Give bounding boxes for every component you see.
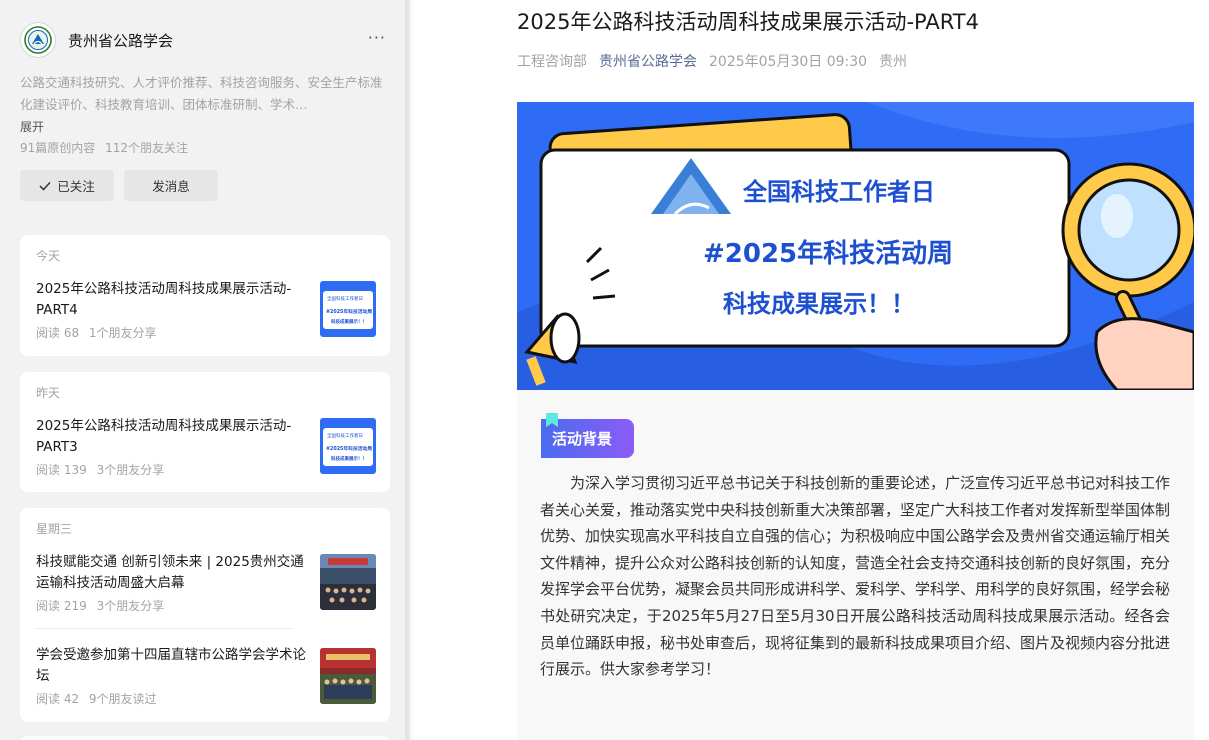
followed-label: 已关注 [57,179,95,194]
thumb-line1: 全国科技工作者日 [327,295,363,302]
article-meta: 工程咨询部 贵州省公路学会 2025年05月30日 09:30 贵州 [517,51,907,71]
friend-read-count: 9个朋友读过 [88,692,157,706]
read-count: 阅读 42 [36,692,80,706]
thumb-line3: 科技成果展示！！ [331,455,367,462]
account-panel: 贵州省公路学会 ··· 公路交通科技研究、人才评价推荐、科技咨询服务、安全生产标… [0,0,410,740]
article-thumbnail[interactable]: 全国科技工作者日 #2025年科技活动周 科技成果展示！！ [320,281,376,337]
panel-divider-shadow [405,0,415,740]
send-message-button[interactable]: 发消息 [124,170,218,201]
article-link[interactable]: 2025年公路科技活动周科技成果展示活动-PART3 [36,416,306,458]
account-description: 公路交通科技研究、人才评价推荐、科技咨询服务、安全生产标准化建设评价、科技教育培… [20,75,383,112]
followed-button[interactable]: 已关注 [20,170,114,201]
history-group-yesterday: 昨天 2025年公路科技活动周科技成果展示活动-PART3 阅读 139 3个朋… [20,372,390,492]
article-title: 2025年公路科技活动周科技成果展示活动-PART4 [517,10,979,34]
account-stats: 91篇原创内容 112个朋友关注 [20,139,188,156]
original-count: 91篇原创内容 [20,141,96,155]
account-logo[interactable] [20,22,56,58]
article-datetime: 2025年05月30日 09:30 [709,54,868,70]
date-label: 今天 [36,249,61,263]
article-thumbnail[interactable] [320,648,376,704]
article-thumbnail[interactable]: 全国科技工作者日 #2025年科技活动周 科技成果展示！！ [320,418,376,474]
account-header: 贵州省公路学会 ··· [20,22,390,58]
society-emblem-icon [24,26,52,54]
article-account-link[interactable]: 贵州省公路学会 [599,51,697,71]
friends-follow: 112个朋友关注 [105,141,189,155]
date-label: 星期三 [36,522,73,536]
thumb-line2: #2025年科技活动周 [326,445,372,452]
expand-link[interactable]: 展开 [20,118,44,135]
article-thumbnail[interactable] [320,554,376,610]
divider [36,628,294,629]
list-item[interactable]: 学会受邀参加第十四届直辖市公路学会学术论坛 阅读 42 9个朋友读过 [36,645,376,707]
article-link[interactable]: 学会受邀参加第十四届直辖市公路学会学术论坛 [36,645,306,687]
friend-share-count: 3个朋友分享 [96,599,165,613]
list-item[interactable]: 科技赋能交通 创新引领未来 | 2025贵州交通运输科技活动周盛大启幕 阅读 2… [36,552,376,614]
article-paragraph: 为深入学习贯彻习近平总书记关于科技创新的重要论述，广泛宣传习近平总书记对科技工作… [540,474,1171,679]
more-options-icon[interactable]: ··· [368,28,386,47]
friend-share-count: 1个朋友分享 [88,326,157,340]
banner-line2: #2025年科技活动周 [703,238,953,269]
article-author: 工程咨询部 [517,54,587,70]
banner-line3: 科技成果展示！！ [723,290,915,318]
article-link[interactable]: 科技赋能交通 创新引领未来 | 2025贵州交通运输科技活动周盛大启幕 [36,552,306,594]
article-banner-image: 全国科技工作者日 #2025年科技活动周 科技成果展示！！ [517,102,1194,390]
list-item[interactable]: 2025年公路科技活动周科技成果展示活动-PART3 阅读 139 3个朋友分享… [36,416,376,478]
read-count: 阅读 219 [36,599,87,613]
thumb-line1: 全国科技工作者日 [327,432,363,439]
thumb-line3: 科技成果展示！！ [331,318,367,325]
article-location: 贵州 [879,54,908,70]
read-count: 阅读 139 [36,463,87,477]
history-group-today: 今天 2025年公路科技活动周科技成果展示活动-PART4 阅读 68 1个朋友… [20,235,390,356]
check-icon [39,181,51,191]
date-label: 昨天 [36,386,61,400]
thumb-line2: #2025年科技活动周 [326,308,372,315]
friend-share-count: 3个朋友分享 [96,463,165,477]
banner-line1: 全国科技工作者日 [742,178,935,206]
account-name[interactable]: 贵州省公路学会 [68,30,173,51]
history-group-wednesday: 星期三 科技赋能交通 创新引领未来 | 2025贵州交通运输科技活动周盛大启幕 … [20,508,390,722]
article-link[interactable]: 2025年公路科技活动周科技成果展示活动-PART4 [36,279,306,321]
history-group-next [20,736,390,740]
list-item[interactable]: 2025年公路科技活动周科技成果展示活动-PART4 阅读 68 1个朋友分享 … [36,279,376,341]
read-count: 阅读 68 [36,326,80,340]
